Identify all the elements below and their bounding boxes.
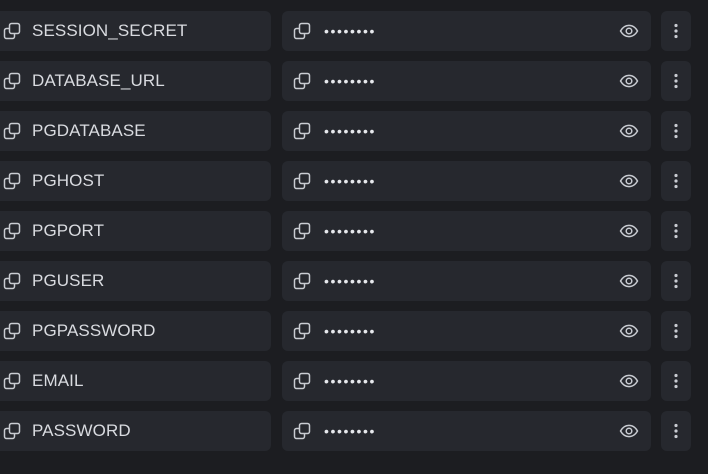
secret-value-field[interactable]: •••••••• (282, 311, 651, 351)
secret-value-masked: •••••••• (324, 373, 377, 389)
copy-icon[interactable] (293, 222, 311, 240)
secret-value-masked: •••••••• (324, 273, 377, 289)
secret-row: PASSWORD •••••••• (0, 411, 708, 451)
secret-key-label: SESSION_SECRET (32, 21, 188, 40)
row-menu-button[interactable] (661, 161, 691, 201)
eye-icon[interactable] (619, 122, 639, 140)
kebab-menu-icon (674, 23, 678, 39)
secret-value-field[interactable]: •••••••• (282, 411, 651, 451)
copy-icon[interactable] (3, 422, 21, 440)
kebab-menu-icon (674, 273, 678, 289)
secret-key-field[interactable]: EMAIL (0, 361, 271, 401)
copy-icon[interactable] (293, 22, 311, 40)
eye-icon[interactable] (619, 172, 639, 190)
kebab-menu-icon (674, 423, 678, 439)
secret-value-masked: •••••••• (324, 73, 377, 89)
secrets-panel: SESSION_SECRET •••••••• DATABASE_URL •••… (0, 0, 708, 474)
copy-icon[interactable] (3, 172, 21, 190)
secret-key-field[interactable]: SESSION_SECRET (0, 11, 271, 51)
row-menu-button[interactable] (661, 61, 691, 101)
secret-row: PGDATABASE •••••••• (0, 111, 708, 151)
secret-key-label: EMAIL (32, 371, 84, 390)
secret-value-field[interactable]: •••••••• (282, 261, 651, 301)
secret-key-field[interactable]: PASSWORD (0, 411, 271, 451)
eye-icon[interactable] (619, 22, 639, 40)
copy-icon[interactable] (293, 422, 311, 440)
kebab-menu-icon (674, 123, 678, 139)
secret-row: EMAIL •••••••• (0, 361, 708, 401)
row-menu-button[interactable] (661, 411, 691, 451)
secret-key-label: PGPASSWORD (32, 321, 156, 340)
secret-value-field[interactable]: •••••••• (282, 161, 651, 201)
kebab-menu-icon (674, 173, 678, 189)
row-menu-button[interactable] (661, 311, 691, 351)
secret-value-masked: •••••••• (324, 323, 377, 339)
secret-row: PGPASSWORD •••••••• (0, 311, 708, 351)
secret-key-label: PGHOST (32, 171, 105, 190)
secret-key-label: DATABASE_URL (32, 71, 165, 90)
secret-value-masked: •••••••• (324, 223, 377, 239)
secret-value-field[interactable]: •••••••• (282, 11, 651, 51)
secret-key-label: PGPORT (32, 221, 105, 240)
secret-row: PGPORT •••••••• (0, 211, 708, 251)
secret-value-field[interactable]: •••••••• (282, 61, 651, 101)
eye-icon[interactable] (619, 222, 639, 240)
eye-icon[interactable] (619, 272, 639, 290)
kebab-menu-icon (674, 73, 678, 89)
secret-key-field[interactable]: PGPASSWORD (0, 311, 271, 351)
copy-icon[interactable] (3, 222, 21, 240)
secret-row: DATABASE_URL •••••••• (0, 61, 708, 101)
copy-icon[interactable] (3, 322, 21, 340)
row-menu-button[interactable] (661, 261, 691, 301)
eye-icon[interactable] (619, 322, 639, 340)
copy-icon[interactable] (293, 172, 311, 190)
eye-icon[interactable] (619, 372, 639, 390)
copy-icon[interactable] (293, 122, 311, 140)
secret-key-label: PGUSER (32, 271, 105, 290)
copy-icon[interactable] (3, 122, 21, 140)
copy-icon[interactable] (293, 272, 311, 290)
secret-value-masked: •••••••• (324, 423, 377, 439)
kebab-menu-icon (674, 373, 678, 389)
secret-key-field[interactable]: PGHOST (0, 161, 271, 201)
secret-row: SESSION_SECRET •••••••• (0, 11, 708, 51)
row-menu-button[interactable] (661, 211, 691, 251)
copy-icon[interactable] (293, 72, 311, 90)
secret-key-label: PASSWORD (32, 421, 131, 440)
copy-icon[interactable] (3, 372, 21, 390)
copy-icon[interactable] (3, 272, 21, 290)
secret-value-field[interactable]: •••••••• (282, 111, 651, 151)
kebab-menu-icon (674, 223, 678, 239)
row-menu-button[interactable] (661, 111, 691, 151)
row-menu-button[interactable] (661, 361, 691, 401)
secret-key-label: PGDATABASE (32, 121, 146, 140)
row-menu-button[interactable] (661, 11, 691, 51)
copy-icon[interactable] (293, 322, 311, 340)
secret-value-masked: •••••••• (324, 173, 377, 189)
secret-value-masked: •••••••• (324, 123, 377, 139)
copy-icon[interactable] (293, 372, 311, 390)
secret-key-field[interactable]: PGDATABASE (0, 111, 271, 151)
secret-key-field[interactable]: PGUSER (0, 261, 271, 301)
secret-value-masked: •••••••• (324, 23, 377, 39)
kebab-menu-icon (674, 323, 678, 339)
eye-icon[interactable] (619, 422, 639, 440)
secret-key-field[interactable]: DATABASE_URL (0, 61, 271, 101)
copy-icon[interactable] (3, 72, 21, 90)
secret-value-field[interactable]: •••••••• (282, 361, 651, 401)
eye-icon[interactable] (619, 72, 639, 90)
secret-row: PGUSER •••••••• (0, 261, 708, 301)
secret-key-field[interactable]: PGPORT (0, 211, 271, 251)
copy-icon[interactable] (3, 22, 21, 40)
secret-row: PGHOST •••••••• (0, 161, 708, 201)
secret-value-field[interactable]: •••••••• (282, 211, 651, 251)
